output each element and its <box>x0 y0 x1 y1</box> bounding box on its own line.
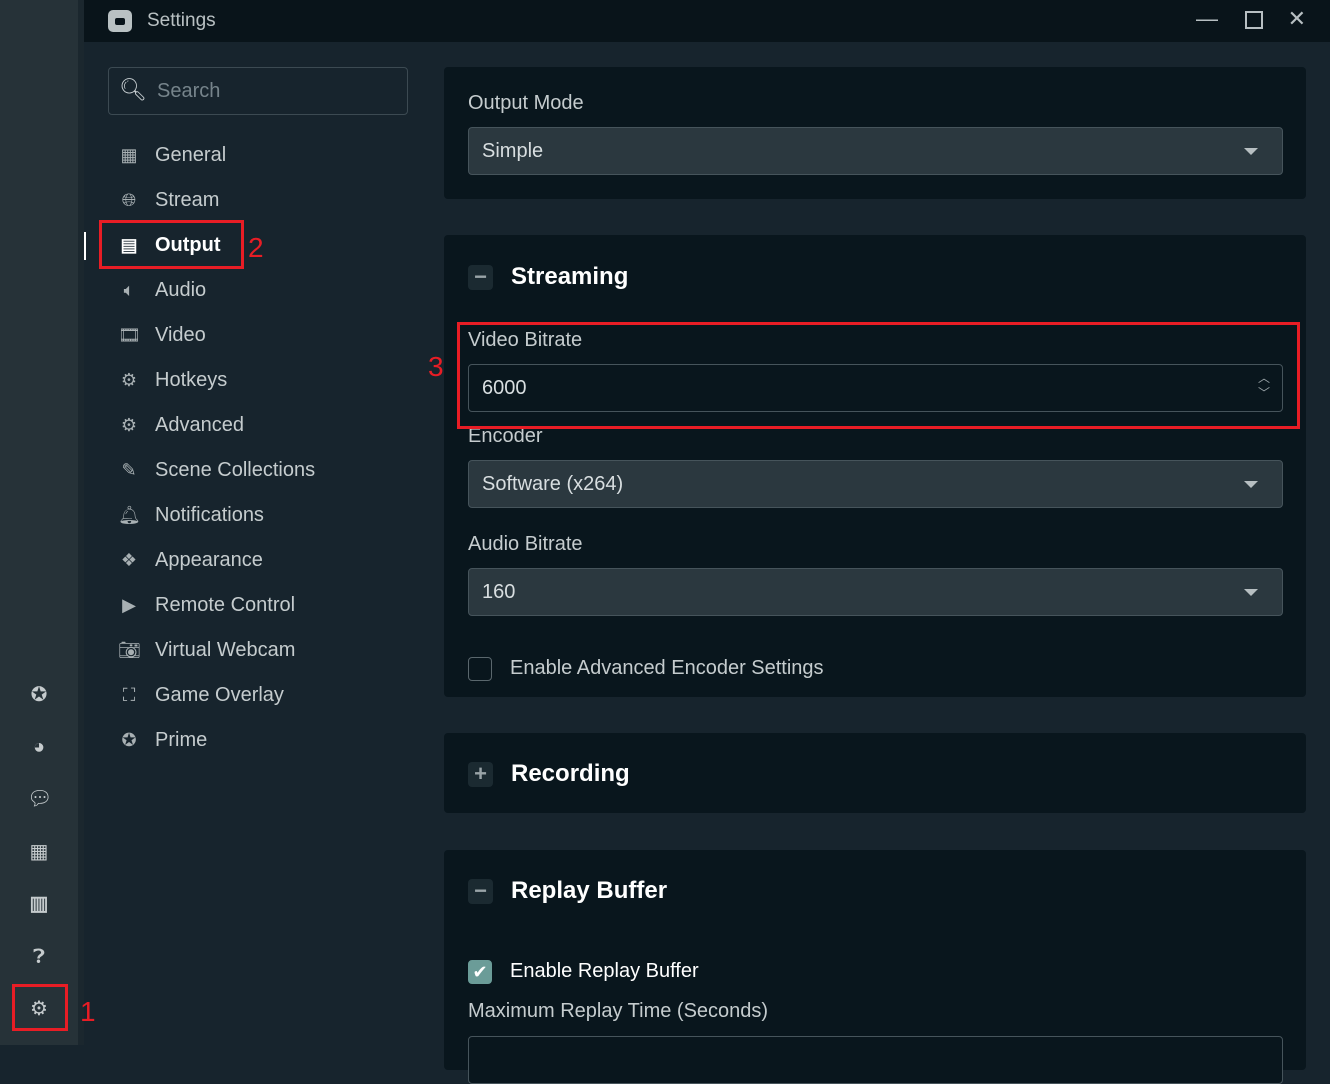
output-mode-select[interactable]: Simple <box>468 127 1283 175</box>
output-mode-card: Output Mode Simple <box>444 67 1306 199</box>
prime-icon: ✪ <box>121 730 137 750</box>
studio-mode-icon[interactable]: ▥ <box>27 892 51 916</box>
nav-item-appearance[interactable]: ❖ Appearance <box>118 545 263 575</box>
nav-item-hotkeys[interactable]: ⚙ Hotkeys <box>118 365 227 395</box>
chevron-down-icon <box>1244 589 1258 596</box>
encoder-select[interactable]: Software (x264) <box>468 460 1283 508</box>
maximize-icon[interactable] <box>1245 11 1263 29</box>
nav-item-game-overlay[interactable]: ⛶ Game Overlay <box>118 680 284 710</box>
recording-card: + Recording <box>444 733 1306 813</box>
encoder-value: Software (x264) <box>482 473 624 495</box>
section-title: Streaming <box>511 263 629 290</box>
camera-icon: 📷︎ <box>118 640 141 660</box>
nav-item-audio[interactable]: 🔈︎ Audio <box>118 275 207 305</box>
nav-item-label: Stream <box>155 188 220 211</box>
nav-item-label: Remote Control <box>155 593 296 616</box>
globe-icon: 🌐︎ <box>121 190 137 210</box>
title-bar: Settings — ✕ <box>84 0 1330 42</box>
nav-item-label: Appearance <box>155 548 263 571</box>
advanced-encoder-checkbox[interactable] <box>468 657 492 681</box>
expand-icon[interactable]: + <box>468 761 493 787</box>
film-icon: 🎞︎ <box>118 325 141 345</box>
nav-item-label: Audio <box>155 278 207 301</box>
nav-item-label: Advanced <box>155 413 244 436</box>
annotation-number-2: 2 <box>248 232 264 263</box>
nav-item-label: Video <box>155 323 206 346</box>
nav-item-virtual-webcam[interactable]: 📷︎ Virtual Webcam <box>118 635 295 665</box>
minimize-icon[interactable]: — <box>1196 6 1218 32</box>
annotation-number-1: 1 <box>80 996 96 1027</box>
streaming-header[interactable]: − Streaming <box>468 263 628 291</box>
expand-icon: ⛶ <box>122 685 136 705</box>
nav-item-label: Notifications <box>155 503 264 526</box>
recording-header[interactable]: + Recording <box>468 760 630 788</box>
search-icon: 🔍︎ <box>119 77 147 102</box>
close-icon[interactable]: ✕ <box>1288 6 1306 32</box>
collapse-icon[interactable]: − <box>468 878 493 904</box>
gears-icon: ⚙ <box>120 415 138 435</box>
nav-item-label: Hotkeys <box>155 368 228 391</box>
annotation-box-3 <box>457 322 1300 429</box>
speaker-icon: 🔈︎ <box>123 280 135 300</box>
output-mode-value: Simple <box>482 140 544 162</box>
chevron-down-icon <box>1244 148 1258 155</box>
annotation-number-3: 3 <box>428 351 444 382</box>
nav-item-general[interactable]: ▦ General <box>118 140 226 170</box>
chevron-down-icon <box>1244 481 1258 488</box>
search-input[interactable] <box>157 78 397 104</box>
annotation-box-2 <box>99 220 244 269</box>
search-box[interactable]: 🔍︎ <box>108 67 408 115</box>
nav-item-scene-collections[interactable]: ✎ Scene Collections <box>118 455 315 485</box>
nav-item-label: Virtual Webcam <box>155 638 296 661</box>
collection-icon: ✎ <box>121 460 137 480</box>
nav-item-prime[interactable]: ✪ Prime <box>118 725 207 755</box>
divider <box>78 0 84 1045</box>
nav-item-advanced[interactable]: ⚙ Advanced <box>118 410 244 440</box>
dashboard-icon[interactable]: ◕ <box>27 735 51 759</box>
window-title: Settings <box>147 10 216 31</box>
replay-header[interactable]: − Replay Buffer <box>468 877 667 905</box>
streaming-card: − Streaming Video Bitrate 6000 ︿ ﹀ Encoder … <box>444 235 1306 697</box>
nav-item-remote-control[interactable]: ▶ Remote Control <box>118 590 295 620</box>
chat-icon[interactable]: 💬︎ <box>27 787 52 811</box>
replay-buffer-card: − Replay Buffer ✔ Enable Replay Buffer Ma… <box>444 850 1306 1084</box>
annotation-box-1 <box>12 984 68 1031</box>
layout-icon[interactable]: ▦ <box>27 840 51 864</box>
app-logo-icon <box>108 10 132 32</box>
active-indicator <box>84 232 86 260</box>
gear-icon: ⚙ <box>120 370 138 390</box>
collapse-icon[interactable]: − <box>468 264 493 290</box>
max-replay-time-label: Maximum Replay Time (Seconds) <box>468 1000 769 1022</box>
bell-icon: 🔔︎ <box>118 505 141 525</box>
section-title: Recording <box>511 760 630 787</box>
nav-item-label: General <box>155 143 227 166</box>
output-mode-label: Output Mode <box>468 92 584 114</box>
audio-bitrate-select[interactable]: 160 <box>468 568 1283 616</box>
help-icon[interactable]: ❓︎ <box>27 945 51 969</box>
nav-item-video[interactable]: 🎞︎ Video <box>118 320 206 350</box>
section-title: Replay Buffer <box>511 877 668 904</box>
audio-bitrate-label: Audio Bitrate <box>468 533 583 555</box>
app-sidebar-rail: ✪ ◕ 💬︎ ▦ ▥ ❓︎ ⚙ <box>0 0 78 1045</box>
max-replay-time-input[interactable] <box>468 1036 1283 1084</box>
nav-item-stream[interactable]: 🌐︎ Stream <box>118 185 220 215</box>
enable-replay-checkbox[interactable]: ✔ <box>468 960 492 984</box>
prime-icon[interactable]: ✪ <box>27 683 51 707</box>
nav-item-label: Scene Collections <box>155 458 316 481</box>
grid-icon: ▦ <box>120 145 138 165</box>
audio-bitrate-value: 160 <box>482 581 516 603</box>
play-icon: ▶ <box>122 595 136 615</box>
palette-icon: ❖ <box>120 550 138 570</box>
advanced-encoder-label[interactable]: Enable Advanced Encoder Settings <box>510 657 824 680</box>
nav-item-notifications[interactable]: 🔔︎ Notifications <box>118 500 264 530</box>
nav-item-label: Game Overlay <box>155 683 284 706</box>
enable-replay-label[interactable]: Enable Replay Buffer <box>510 960 699 983</box>
nav-item-label: Prime <box>155 728 208 751</box>
